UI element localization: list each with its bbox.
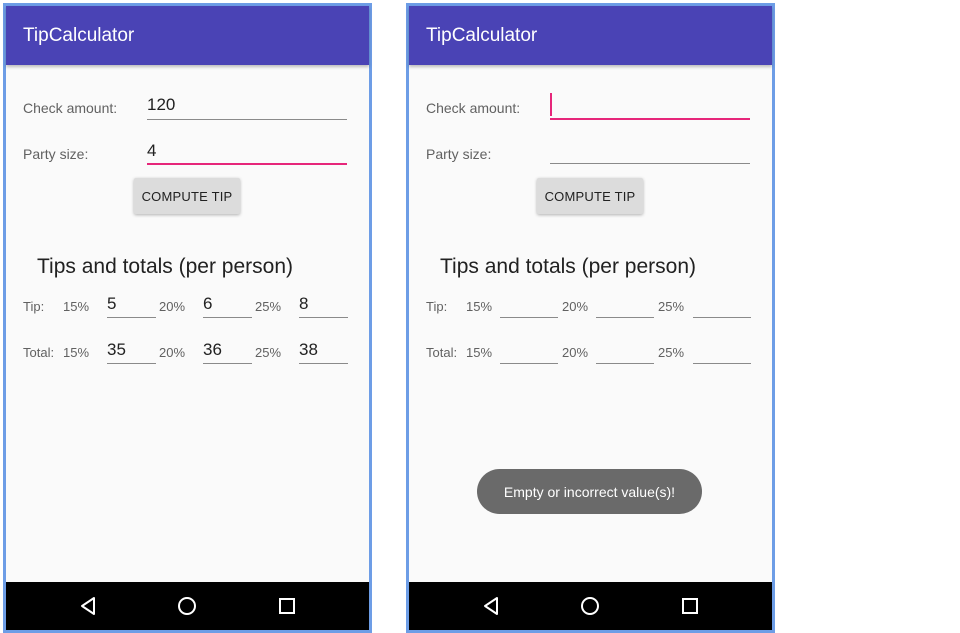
back-icon[interactable]	[76, 594, 100, 618]
party-size-label: Party size:	[426, 146, 492, 162]
total-25-label: 25%	[658, 345, 685, 360]
tip-15-field[interactable]	[500, 317, 558, 318]
tip-15-value: 5	[107, 294, 117, 313]
check-amount-value: 120	[147, 95, 176, 114]
compute-tip-button[interactable]: COMPUTE TIP	[537, 178, 643, 214]
tip-25-value: 8	[299, 294, 309, 313]
party-size-input[interactable]	[147, 163, 347, 165]
party-size-value: 4	[147, 141, 157, 160]
tip-15-field[interactable]	[107, 317, 156, 318]
error-toast: Empty or incorrect value(s)!	[477, 469, 702, 514]
tip-15-label: 15%	[466, 299, 493, 314]
app-title: TipCalculator	[426, 25, 538, 46]
total-label: Total:	[23, 345, 55, 360]
total-15-field[interactable]	[500, 363, 558, 364]
tip-25-field[interactable]	[693, 317, 751, 318]
total-25-value: 38	[299, 340, 318, 359]
home-icon[interactable]	[578, 594, 602, 618]
recents-icon[interactable]	[275, 594, 299, 618]
tip-20-field[interactable]	[596, 317, 654, 318]
total-20-field[interactable]	[596, 363, 654, 364]
recents-icon[interactable]	[678, 594, 702, 618]
tip-label: Tip:	[426, 299, 448, 314]
total-15-label: 15%	[466, 345, 493, 360]
app-bar: TipCalculator	[409, 6, 772, 65]
tip-20-value: 6	[203, 294, 213, 313]
tip-25-label: 25%	[658, 299, 685, 314]
total-15-label: 15%	[63, 345, 90, 360]
total-20-field[interactable]	[203, 363, 252, 364]
total-20-value: 36	[203, 340, 222, 359]
app-title: TipCalculator	[23, 25, 135, 46]
party-size-input[interactable]	[550, 163, 750, 164]
check-amount-input[interactable]	[147, 119, 347, 120]
app-bar: TipCalculator	[6, 6, 369, 65]
navigation-bar	[6, 582, 369, 630]
section-title: Tips and totals (per person)	[37, 255, 294, 278]
phone-screen-error: TipCalculator Check amount: Party size: …	[406, 3, 775, 633]
total-15-field[interactable]	[107, 363, 156, 364]
back-icon[interactable]	[479, 594, 503, 618]
tip-25-field[interactable]	[299, 317, 348, 318]
navigation-bar	[409, 582, 772, 630]
check-amount-label: Check amount:	[426, 100, 521, 116]
total-25-label: 25%	[255, 345, 282, 360]
total-label: Total:	[426, 345, 458, 360]
party-size-label: Party size:	[23, 146, 89, 162]
tip-20-label: 20%	[562, 299, 589, 314]
home-icon[interactable]	[175, 594, 199, 618]
tip-label: Tip:	[23, 299, 45, 314]
check-amount-label: Check amount:	[23, 100, 118, 116]
total-15-value: 35	[107, 340, 126, 359]
tip-20-label: 20%	[159, 299, 186, 314]
phone-screen-computed: TipCalculator Check amount: 120 Party si…	[3, 3, 372, 633]
tip-25-label: 25%	[255, 299, 282, 314]
check-amount-input[interactable]	[550, 118, 750, 120]
total-20-label: 20%	[159, 345, 186, 360]
compute-tip-button[interactable]: COMPUTE TIP	[134, 178, 240, 214]
tip-15-label: 15%	[63, 299, 90, 314]
section-title: Tips and totals (per person)	[440, 255, 697, 278]
tip-20-field[interactable]	[203, 317, 252, 318]
total-25-field[interactable]	[693, 363, 751, 364]
total-25-field[interactable]	[299, 363, 348, 364]
text-cursor	[550, 93, 552, 116]
total-20-label: 20%	[562, 345, 589, 360]
